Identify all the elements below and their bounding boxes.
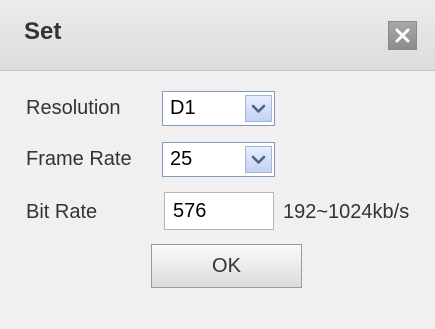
frame-rate-label: Frame Rate xyxy=(26,148,132,170)
resolution-value: D1 xyxy=(170,97,196,119)
chevron-down-icon xyxy=(251,104,266,113)
bit-rate-label: Bit Rate xyxy=(26,201,98,223)
close-icon xyxy=(395,28,410,43)
frame-rate-dropdown-button[interactable] xyxy=(245,146,272,173)
chevron-down-icon xyxy=(251,155,266,164)
resolution-label: Resolution xyxy=(26,97,121,119)
resolution-select[interactable]: D1 xyxy=(162,91,275,126)
settings-dialog: Set Resolution D1 Frame Rate 25 Bit Rate… xyxy=(0,0,435,329)
bit-rate-input[interactable] xyxy=(164,192,274,230)
resolution-dropdown-button[interactable] xyxy=(245,95,272,122)
frame-rate-value: 25 xyxy=(170,148,193,170)
ok-button[interactable]: OK xyxy=(151,244,302,288)
title-bar: Set xyxy=(0,0,435,71)
bit-rate-range-hint: 192~1024kb/s xyxy=(283,201,410,223)
dialog-title: Set xyxy=(24,18,62,45)
frame-rate-select[interactable]: 25 xyxy=(162,142,275,177)
close-button[interactable] xyxy=(388,21,417,50)
